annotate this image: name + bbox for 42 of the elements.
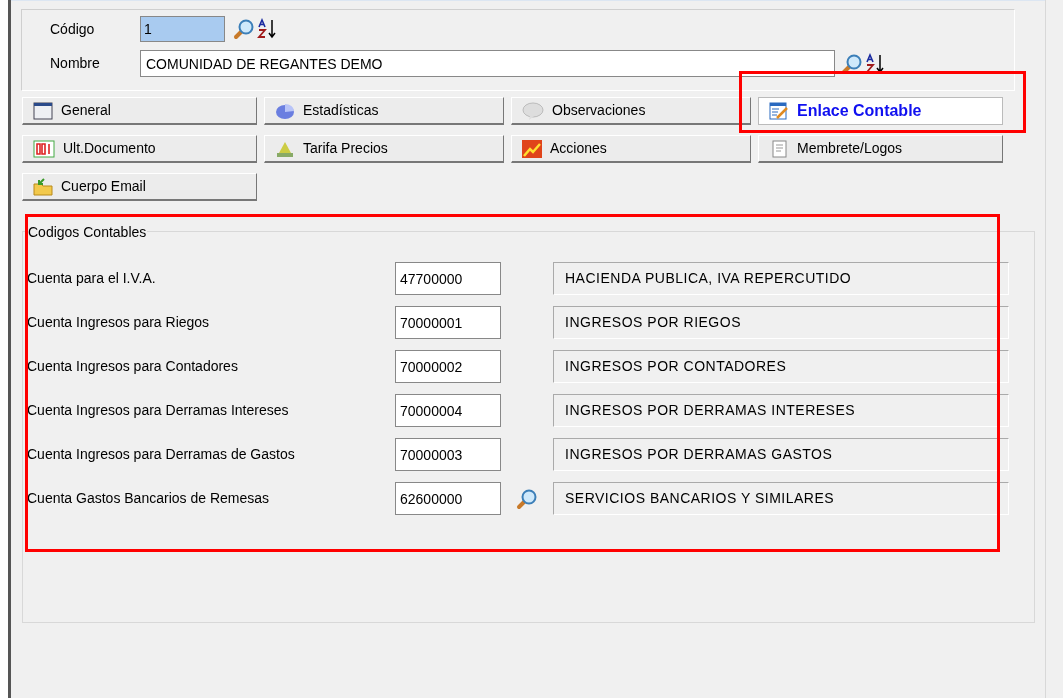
account-description: HACIENDA PUBLICA, IVA REPERCUTIDO (553, 262, 1009, 295)
sort-icon[interactable] (257, 18, 277, 40)
tab-button[interactable]: Acciones (511, 135, 751, 163)
tab-button[interactable]: Estadísticas (264, 97, 504, 125)
account-description: INGRESOS POR CONTADORES (553, 350, 1009, 383)
search-icon[interactable] (516, 487, 538, 510)
name-field[interactable]: COMUNIDAD DE REGANTES DEMO (140, 50, 835, 77)
code-field[interactable]: 1 (140, 16, 225, 42)
account-label: Cuenta Ingresos para Contadores (26, 357, 239, 376)
account-code-field[interactable]: 70000003 (395, 438, 501, 471)
edit-document-icon (769, 102, 789, 120)
account-code-field[interactable]: 70000002 (395, 350, 501, 383)
pie-chart-icon (275, 101, 295, 120)
tab-button[interactable]: Observaciones (511, 97, 751, 125)
tab-button[interactable]: General (22, 97, 257, 125)
tab-button[interactable]: Cuerpo Email (22, 173, 257, 201)
tab-button[interactable]: Tarifa Precios (264, 135, 504, 163)
window-icon (33, 101, 53, 120)
account-label: Cuenta Ingresos para Derramas de Gastos (26, 445, 296, 464)
account-code-field[interactable]: 70000004 (395, 394, 501, 427)
account-label: Cuenta para el I.V.A. (26, 269, 157, 288)
search-icon[interactable] (233, 18, 255, 40)
account-description: INGRESOS POR RIEGOS (553, 306, 1009, 339)
tab-button[interactable]: Ult.Documento (22, 135, 257, 163)
counter-icon (33, 139, 55, 158)
chart-trend-icon (522, 139, 542, 158)
account-code-field[interactable]: 62600000 (395, 482, 501, 515)
account-code-field[interactable]: 70000001 (395, 306, 501, 339)
account-description: INGRESOS POR DERRAMAS GASTOS (553, 438, 1009, 471)
tab-button[interactable]: Enlace Contable (758, 97, 1003, 125)
account-description: SERVICIOS BANCARIOS Y SIMILARES (553, 482, 1009, 515)
account-label: Cuenta Gastos Bancarios de Remesas (26, 489, 270, 508)
letterhead-icon (769, 139, 789, 158)
folder-icon (33, 177, 53, 196)
tab-button[interactable]: Membrete/Logos (758, 135, 1003, 163)
account-label: Cuenta Ingresos para Derramas Intereses (26, 401, 290, 420)
account-label: Cuenta Ingresos para Riegos (26, 313, 211, 332)
speech-bubble-icon (522, 101, 544, 120)
field-label: Nombre (50, 54, 101, 73)
field-label: Código (50, 19, 96, 39)
account-code-field[interactable]: 47700000 (395, 262, 501, 295)
account-description: INGRESOS POR DERRAMAS INTERESES (553, 394, 1009, 427)
